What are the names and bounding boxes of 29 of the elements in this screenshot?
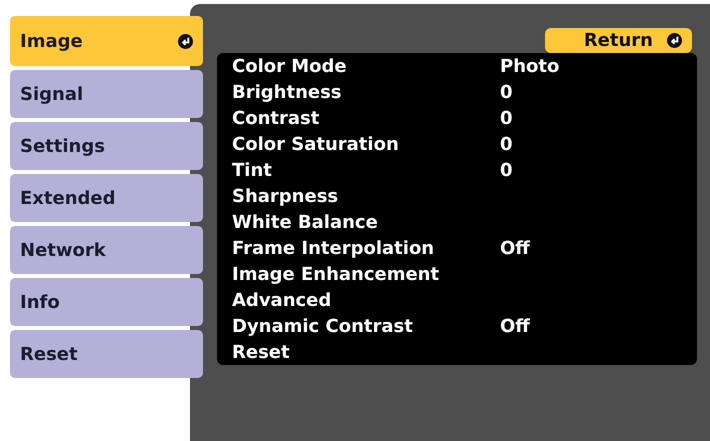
setting-label[interactable]: Contrast xyxy=(232,108,500,128)
setting-label[interactable]: Tint xyxy=(232,160,500,180)
menu-tab[interactable]: Settings xyxy=(10,122,203,170)
setting-value: Off xyxy=(500,238,530,258)
setting-value: 0 xyxy=(500,82,513,102)
return-button[interactable]: Return xyxy=(545,28,692,53)
setting-label[interactable]: Dynamic Contrast xyxy=(232,316,500,336)
setting-label[interactable]: Color Mode xyxy=(232,56,500,76)
setting-value: 0 xyxy=(500,160,513,180)
setting-label[interactable]: White Balance xyxy=(232,212,500,232)
setting-label[interactable]: Color Saturation xyxy=(232,134,500,154)
menu-tab[interactable]: Image xyxy=(10,16,203,66)
setting-label[interactable]: Image Enhancement xyxy=(232,264,500,284)
setting-label[interactable]: Frame Interpolation xyxy=(232,238,500,258)
setting-value: 0 xyxy=(500,108,513,128)
setting-label[interactable]: Sharpness xyxy=(232,186,500,206)
setting-value: Photo xyxy=(500,56,560,76)
setting-label[interactable]: Advanced xyxy=(232,290,500,310)
menu-tab[interactable]: Network xyxy=(10,226,203,274)
menu-tab[interactable]: Info xyxy=(10,278,203,326)
enter-icon xyxy=(178,34,193,48)
menu-tab[interactable]: Extended xyxy=(10,174,203,222)
setting-value: Off xyxy=(500,316,530,336)
menu-tab[interactable]: Signal xyxy=(10,70,203,118)
setting-value: 0 xyxy=(500,134,513,154)
enter-icon xyxy=(667,33,682,48)
setting-label[interactable]: Reset xyxy=(232,342,500,362)
menu-tab[interactable]: Reset xyxy=(10,330,203,378)
setting-label[interactable]: Brightness xyxy=(232,82,500,102)
